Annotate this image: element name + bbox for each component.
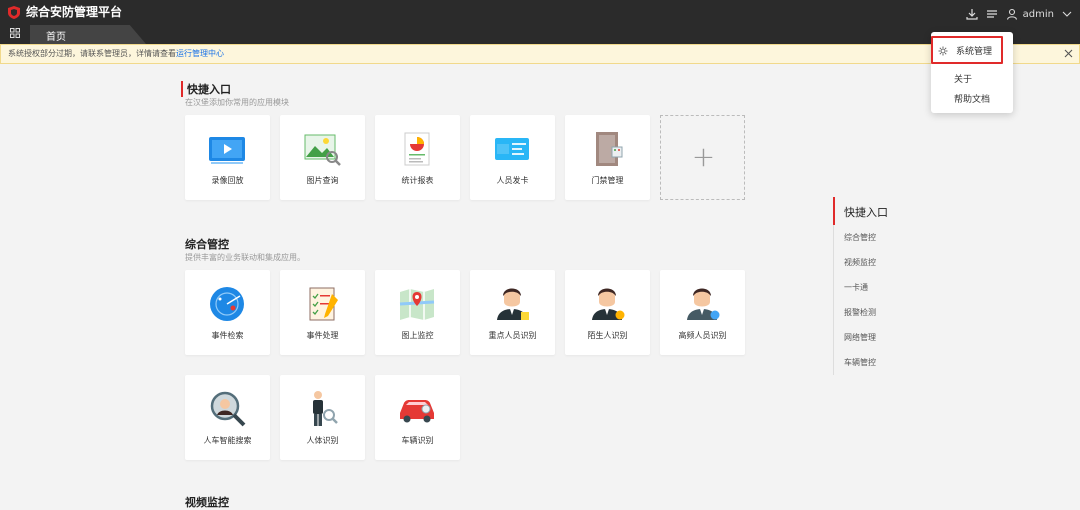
menu-item-system-management[interactable]: 系统管理 xyxy=(931,36,1003,64)
menu-item-label: 系统管理 xyxy=(956,47,993,57)
shield-logo-icon xyxy=(8,6,20,19)
card-label: 人员发卡 xyxy=(496,176,529,185)
apps-grid-icon[interactable] xyxy=(10,28,20,38)
section-title-integrated: 综合管控 xyxy=(185,238,229,251)
anchor-nav: 快捷入口 综合管控 视频监控 一卡通 报警检测 网络管理 车辆管控 xyxy=(833,197,933,375)
plus-icon: + xyxy=(691,140,716,173)
user-avatar-icon[interactable] xyxy=(1006,8,1018,20)
report-chart-icon xyxy=(404,132,430,166)
section-title-quick-entry: 快捷入口 xyxy=(181,81,231,97)
card-map-monitoring[interactable]: 图上监控 xyxy=(375,270,460,355)
card-frequent-person-recognition[interactable]: 高频人员识别 xyxy=(660,270,745,355)
checklist-icon xyxy=(309,287,338,321)
card-label: 事件处理 xyxy=(306,331,339,340)
human-body-icon xyxy=(313,391,338,426)
card-body-recognition[interactable]: 人体识别 xyxy=(280,375,365,460)
anchor-nav-item-card[interactable]: 一卡通 xyxy=(844,282,868,293)
anchor-nav-item-integrated[interactable]: 综合管控 xyxy=(844,232,876,243)
card-label: 人车智能搜索 xyxy=(203,436,252,445)
anchor-nav-item-vehicle[interactable]: 车辆管控 xyxy=(844,357,876,368)
app-title: 综合安防管理平台 xyxy=(26,5,123,19)
card-label: 图片查询 xyxy=(306,176,339,185)
car-icon xyxy=(400,400,434,423)
stranger-person-icon xyxy=(592,288,625,320)
card-key-person-recognition[interactable]: 重点人员识别 xyxy=(470,270,555,355)
menu-item-label: 帮助文档 xyxy=(954,95,991,105)
menu-item-label: 关于 xyxy=(954,75,973,85)
notice-text: 系统授权部分过期，请联系管理员，详情请查看 xyxy=(8,49,176,58)
face-search-icon xyxy=(210,391,246,427)
card-event-handling[interactable]: 事件处理 xyxy=(280,270,365,355)
card-video-playback[interactable]: 录像回放 xyxy=(185,115,270,200)
anchor-nav-item-network[interactable]: 网络管理 xyxy=(844,332,876,343)
frequent-person-icon xyxy=(687,288,720,320)
anchor-nav-item-quick-entry[interactable]: 快捷入口 xyxy=(844,204,888,220)
anchor-nav-active-marker xyxy=(833,197,835,225)
card-label: 统计报表 xyxy=(401,176,434,185)
anchor-nav-item-video[interactable]: 视频监控 xyxy=(844,257,876,268)
download-icon[interactable] xyxy=(966,8,978,20)
card-stranger-recognition[interactable]: 陌生人识别 xyxy=(565,270,650,355)
card-image-query[interactable]: 图片查询 xyxy=(280,115,365,200)
person-key-icon xyxy=(497,288,529,320)
add-shortcut-button[interactable]: + xyxy=(660,115,745,200)
card-statistics-report[interactable]: 统计报表 xyxy=(375,115,460,200)
card-personnel-card-issuing[interactable]: 人员发卡 xyxy=(470,115,555,200)
tab-row: 首页 xyxy=(0,24,1080,44)
menu-item-help-docs[interactable]: 帮助文档 xyxy=(931,88,1013,108)
license-notice: 系统授权部分过期，请联系管理员，详情请查看运行管理中心 xyxy=(0,44,1080,64)
card-people-vehicle-search[interactable]: 人车智能搜索 xyxy=(185,375,270,460)
card-vehicle-recognition[interactable]: 车辆识别 xyxy=(375,375,460,460)
card-event-search[interactable]: 事件检索 xyxy=(185,270,270,355)
anchor-nav-item-alarm[interactable]: 报警检测 xyxy=(844,307,876,318)
id-card-icon xyxy=(495,138,529,160)
chevron-down-icon[interactable] xyxy=(1062,10,1072,18)
card-label: 门禁管理 xyxy=(591,176,624,185)
top-bar: 综合安防管理平台 admin 首页 xyxy=(0,0,1080,44)
video-playback-icon xyxy=(209,137,245,164)
map-pin-icon xyxy=(399,289,435,320)
user-name[interactable]: admin xyxy=(1023,9,1054,20)
card-label: 陌生人识别 xyxy=(587,331,628,340)
top-right-toolbar: admin xyxy=(958,5,1072,23)
tab-home-label: 首页 xyxy=(46,32,66,43)
card-label: 事件检索 xyxy=(211,331,244,340)
card-label: 图上监控 xyxy=(401,331,434,340)
card-access-control[interactable]: 门禁管理 xyxy=(565,115,650,200)
section-subtitle-quick-entry: 在汉堡添加你常用的应用模块 xyxy=(185,98,289,107)
card-label: 人体识别 xyxy=(306,436,339,445)
card-label: 重点人员识别 xyxy=(488,331,537,340)
menu-list-icon[interactable] xyxy=(986,8,998,20)
tab-home[interactable]: 首页 xyxy=(30,25,146,44)
card-label: 录像回放 xyxy=(211,176,244,185)
gear-icon xyxy=(938,46,948,56)
section-subtitle-integrated: 提供丰富的业务联动和集成应用。 xyxy=(185,253,305,262)
event-radar-icon xyxy=(210,287,244,321)
image-search-icon xyxy=(304,134,341,166)
door-access-icon xyxy=(596,132,623,166)
card-label: 车辆识别 xyxy=(401,436,434,445)
notice-link[interactable]: 运行管理中心 xyxy=(176,49,224,58)
close-icon[interactable] xyxy=(1064,49,1073,58)
user-dropdown-menu: 系统管理 关于 帮助文档 xyxy=(931,32,1013,113)
card-label: 高频人员识别 xyxy=(678,331,727,340)
menu-item-about[interactable]: 关于 xyxy=(931,68,1013,88)
